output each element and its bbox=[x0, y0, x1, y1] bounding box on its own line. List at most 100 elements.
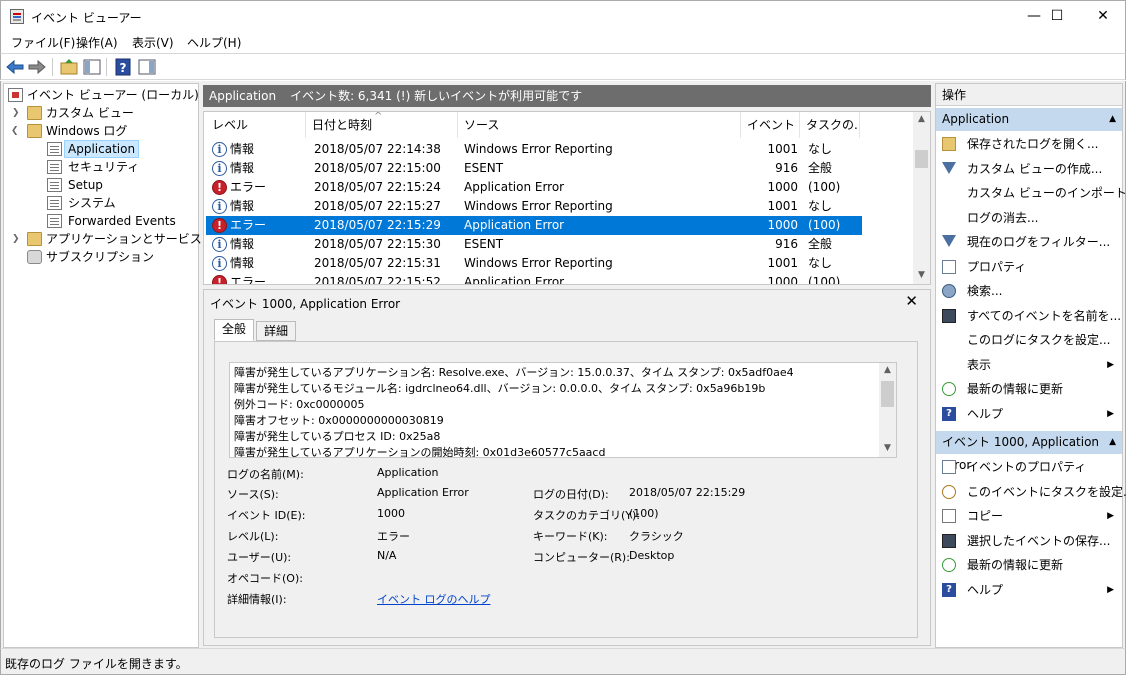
action-item[interactable]: 最新の情報に更新 bbox=[936, 553, 1122, 577]
actions-section-application[interactable]: Application ▲ bbox=[936, 108, 1122, 131]
task-category-label: タスクのカテゴリ(Y): bbox=[533, 509, 641, 522]
source-value: Application Error bbox=[377, 486, 469, 499]
action-item[interactable]: プロパティ bbox=[936, 255, 1122, 279]
event-task: なし bbox=[808, 256, 833, 270]
tab-details[interactable]: 詳細 bbox=[256, 321, 297, 341]
folder-icon bbox=[27, 124, 42, 138]
scroll-up-icon[interactable]: ▲ bbox=[913, 114, 930, 124]
action-item[interactable]: 選択したイベントの保存... bbox=[936, 529, 1122, 553]
find-icon bbox=[942, 284, 956, 298]
action-item[interactable]: このイベントにタスクを設定... bbox=[936, 480, 1126, 504]
action-item[interactable]: 検索... bbox=[936, 279, 1122, 303]
event-row[interactable]: i 情報 2018/05/07 22:14:38 Windows Error Repo… bbox=[206, 140, 862, 159]
action-item[interactable]: すべてのイベントを名前を... bbox=[936, 304, 1122, 328]
collapse-icon[interactable]: ▲ bbox=[1109, 108, 1116, 131]
scroll-down-icon[interactable]: ▼ bbox=[913, 270, 930, 280]
column-header-date[interactable]: 日付と時刻 ^ bbox=[306, 112, 458, 138]
keywords-value: クラシック bbox=[629, 530, 684, 543]
help-icon[interactable]: ? bbox=[113, 57, 133, 77]
save-icon bbox=[942, 533, 956, 548]
info-icon: i bbox=[212, 142, 227, 157]
event-datetime: 2018/05/07 22:15:00 bbox=[314, 161, 441, 175]
menu-view[interactable]: 表示(V) bbox=[132, 34, 174, 51]
action-label: カスタム ビューの作成... bbox=[967, 161, 1103, 176]
tree-item-label: システム bbox=[68, 196, 116, 210]
forward-arrow-icon[interactable] bbox=[27, 57, 47, 77]
event-level: 情報 bbox=[230, 256, 255, 270]
log-header: Application イベント数: 6,341 (!) 新しいイベントが利用可能… bbox=[203, 85, 931, 107]
action-item[interactable]: コピー ▶ bbox=[936, 504, 1122, 528]
svg-text:?: ? bbox=[120, 61, 127, 75]
event-row[interactable]: i 情報 2018/05/07 22:15:31 Windows Error Repo… bbox=[206, 254, 862, 273]
event-row[interactable]: ! エラー 2018/05/07 22:15:52 Application Error… bbox=[206, 273, 862, 284]
subscription-icon bbox=[27, 250, 42, 264]
event-task: (100) bbox=[808, 180, 841, 194]
event-detail-pane: イベント 1000, Application Error ✕ 全般 詳細 障害が… bbox=[203, 289, 931, 646]
action-item[interactable]: ? ヘルプ ▶ bbox=[936, 402, 1122, 426]
show-hide-tree-icon[interactable] bbox=[82, 57, 102, 77]
menu-action[interactable]: 操作(A) bbox=[76, 34, 118, 51]
properties-icon bbox=[942, 460, 956, 474]
event-source: Windows Error Reporting bbox=[464, 142, 613, 156]
column-header-source[interactable]: ソース bbox=[458, 112, 741, 138]
properties-icon bbox=[942, 259, 956, 274]
column-header-label: 日付と時刻 bbox=[312, 118, 373, 132]
tree-item-label: Application bbox=[64, 140, 140, 158]
event-row[interactable]: i 情報 2018/05/07 22:15:30 ESENT 916 全般 bbox=[206, 235, 862, 254]
close-button[interactable]: ✕ bbox=[1080, 1, 1126, 31]
event-task: なし bbox=[808, 142, 833, 156]
status-text: 既存のログ ファイルを開きます。 bbox=[5, 657, 188, 671]
action-item[interactable]: ログの消去... bbox=[936, 206, 1122, 230]
event-row[interactable]: ! エラー 2018/05/07 22:15:29 Application Error… bbox=[206, 216, 862, 235]
action-item[interactable]: カスタム ビューのインポート... bbox=[936, 181, 1126, 205]
scroll-up-icon[interactable]: ▲ bbox=[879, 365, 896, 375]
show-hide-action-pane-icon[interactable] bbox=[137, 57, 157, 77]
event-row[interactable]: i 情報 2018/05/07 22:15:00 ESENT 916 全般 bbox=[206, 159, 862, 178]
task-category-value: (100) bbox=[629, 507, 659, 520]
action-item[interactable]: イベントのプロパティ bbox=[936, 455, 1122, 479]
maximize-button[interactable]: ☐ bbox=[1034, 1, 1080, 31]
event-row[interactable]: ! エラー 2018/05/07 22:15:24 Application Error… bbox=[206, 178, 862, 197]
action-item[interactable]: 最新の情報に更新 bbox=[936, 377, 1122, 401]
action-item[interactable]: 現在のログをフィルター... bbox=[936, 230, 1122, 254]
chevron-right-icon[interactable]: ❯ bbox=[12, 104, 22, 122]
collapse-icon[interactable]: ▲ bbox=[1109, 431, 1116, 454]
sort-ascending-icon: ^ bbox=[374, 112, 383, 122]
up-folder-icon[interactable] bbox=[59, 57, 79, 77]
actions-section-event[interactable]: イベント 1000, Application Error ▲ bbox=[936, 431, 1122, 472]
description-line: 障害が発生しているアプリケーションの開始時刻: 0x01d3e60577c5aa… bbox=[234, 446, 606, 458]
log-header-name: Application bbox=[209, 89, 277, 103]
column-header-event-id[interactable]: イベント bbox=[741, 112, 800, 138]
user-value: N/A bbox=[377, 549, 397, 562]
scroll-thumb[interactable] bbox=[881, 381, 894, 407]
column-header-level[interactable]: レベル bbox=[206, 112, 306, 138]
event-list-scrollbar[interactable]: ▲ ▼ bbox=[913, 112, 930, 284]
log-name-value: Application bbox=[377, 466, 439, 479]
column-header-task[interactable]: タスクの... bbox=[800, 112, 860, 138]
event-description[interactable]: 障害が発生しているアプリケーション名: Resolve.exe、バージョン: 1… bbox=[229, 362, 897, 458]
chevron-down-icon[interactable]: ❮ bbox=[11, 122, 21, 140]
window-title: イベント ビューアー bbox=[31, 11, 142, 25]
description-scrollbar[interactable]: ▲ ▼ bbox=[879, 363, 896, 457]
action-item[interactable]: このログにタスクを設定... bbox=[936, 328, 1122, 352]
event-log-help-link[interactable]: イベント ログのヘルプ bbox=[377, 591, 491, 607]
tab-general[interactable]: 全般 bbox=[214, 319, 255, 341]
action-item[interactable]: 保存されたログを開く... bbox=[936, 132, 1122, 156]
action-item[interactable]: ? ヘルプ ▶ bbox=[936, 578, 1122, 602]
back-arrow-icon[interactable] bbox=[5, 57, 25, 77]
action-item[interactable]: 表示 ▶ bbox=[936, 353, 1122, 377]
action-item[interactable]: カスタム ビューの作成... bbox=[936, 157, 1122, 181]
action-label: カスタム ビューのインポート... bbox=[967, 186, 1126, 200]
close-icon[interactable]: ✕ bbox=[905, 292, 918, 310]
scroll-thumb[interactable] bbox=[915, 150, 928, 168]
scroll-down-icon[interactable]: ▼ bbox=[879, 443, 896, 453]
event-row[interactable]: i 情報 2018/05/07 22:15:27 Windows Error Repo… bbox=[206, 197, 862, 216]
menu-help[interactable]: ヘルプ(H) bbox=[187, 34, 241, 51]
info-icon: i bbox=[212, 199, 227, 214]
event-source: Windows Error Reporting bbox=[464, 256, 613, 270]
submenu-arrow-icon: ▶ bbox=[1107, 584, 1114, 595]
menu-file[interactable]: ファイル(F) bbox=[11, 34, 75, 51]
event-id: 1001 bbox=[767, 142, 798, 156]
center-pane: Application イベント数: 6,341 (!) 新しいイベントが利用可能… bbox=[203, 83, 931, 648]
chevron-right-icon[interactable]: ❯ bbox=[12, 230, 22, 248]
